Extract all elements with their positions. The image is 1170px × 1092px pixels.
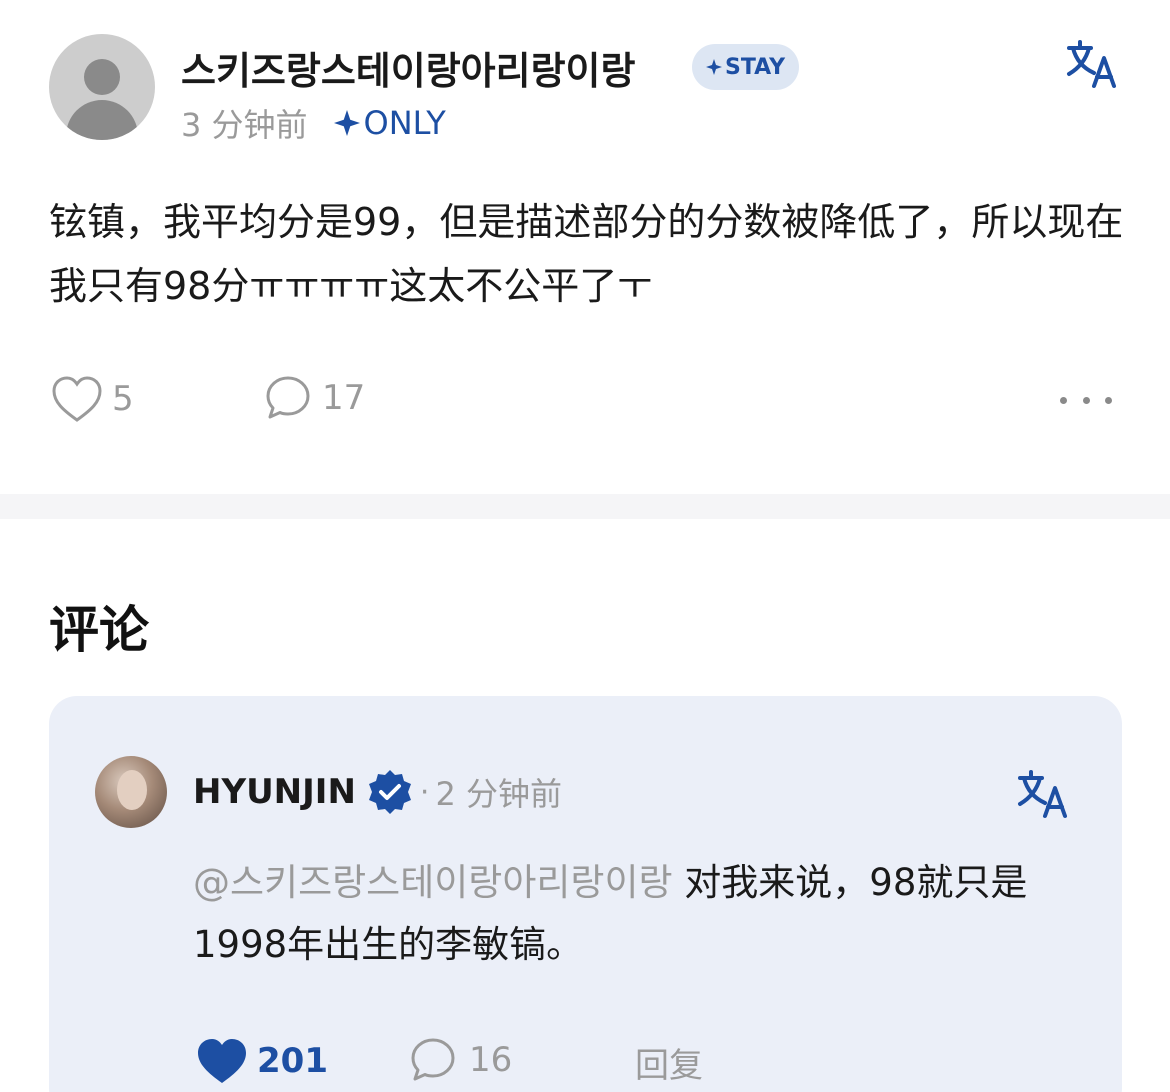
author-name[interactable]: 스키즈랑스테이랑아리랑이랑 [181,40,635,95]
heart-outline-icon [52,376,102,422]
stay-badge-label: STAY [725,54,785,80]
comment-header: HYUNJIN · 2 分钟前 [193,768,562,816]
post: 스키즈랑스테이랑아리랑이랑 STAY 3 分钟前 ONLY 铉镇，我平均分是99… [0,0,1170,494]
comment-like-button[interactable]: 201 [195,1036,328,1086]
author-avatar[interactable] [49,34,155,140]
post-detail-page: 스키즈랑스테이랑아리랑이랑 STAY 3 分钟前 ONLY 铉镇，我平均分是99… [0,0,1170,1092]
comment-like-count: 201 [257,1041,328,1081]
comment-card: HYUNJIN · 2 分钟前 @스키즈랑스테이랑아리랑이랑 对我来说，98就只… [49,696,1122,1092]
commenter-name[interactable]: HYUNJIN [193,772,356,812]
sparkle-icon [333,110,360,136]
post-meta: 3 分钟前 ONLY [181,100,446,146]
stay-badge: STAY [692,44,799,90]
reply-button[interactable]: 回复 [635,1038,703,1087]
sparkle-icon [706,59,722,75]
comment-reply-count: 16 [469,1040,513,1080]
comments-title: 评论 [49,601,149,659]
heart-filled-icon [198,1039,246,1083]
comment-text: @스키즈랑스테이랑아리랑이랑 对我来说，98就只是1998年出生的李敏镐。 [193,852,1073,976]
like-count: 5 [112,379,134,419]
mention-link[interactable]: @스키즈랑스테이랑아리랑이랑 [193,861,673,904]
comment-button[interactable]: 17 [264,374,365,422]
meta-separator: · [419,774,430,810]
avatar-face-shape [117,770,147,810]
like-button[interactable]: 5 [50,374,134,424]
avatar-head-shape [84,59,120,95]
more-dot [1082,396,1090,404]
translate-icon [1018,770,1067,818]
post-time: 3 分钟前 [181,106,308,144]
avatar-body-shape [66,100,138,140]
comment-count: 17 [322,378,366,418]
only-label: ONLY [363,104,446,142]
commenter-avatar[interactable] [95,756,167,828]
comment-time: 2 分钟前 [435,775,562,813]
comment-bubble-icon [411,1038,455,1081]
section-divider [0,494,1170,519]
comment-replies-button[interactable]: 16 [409,1036,512,1084]
verified-badge-icon [366,768,414,816]
translate-icon [1067,40,1116,88]
post-text: 铉镇，我平均分是99，但是描述部分的分数被降低了，所以现在我只有98分ㅠㅠㅠㅠ这… [49,200,1124,308]
comment-translate-button[interactable] [1017,768,1069,820]
translate-button[interactable] [1066,38,1118,90]
more-dot [1105,396,1112,404]
comment-bubble-icon [266,376,310,419]
only-tag: ONLY [333,104,446,142]
more-horizontal-icon [1060,396,1067,404]
more-options-button[interactable] [1058,380,1114,420]
